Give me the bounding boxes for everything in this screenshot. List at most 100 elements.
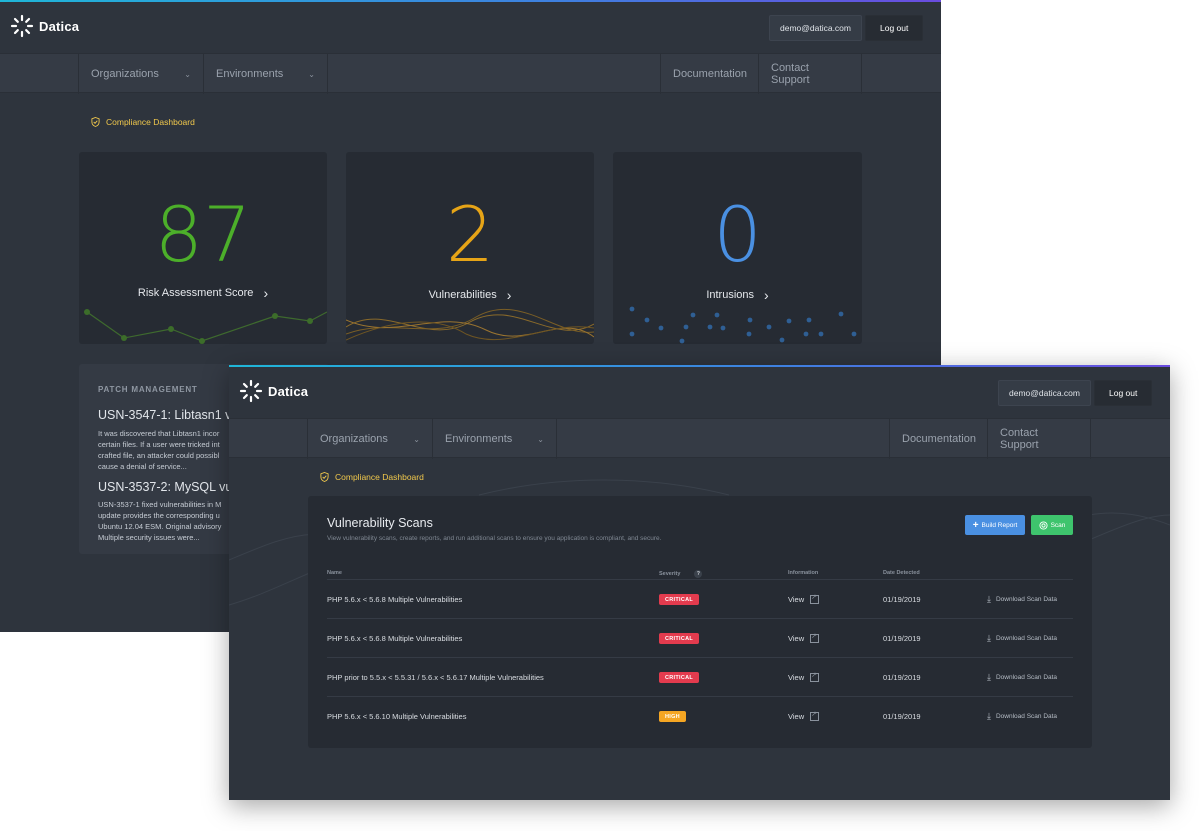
scan-button[interactable]: Scan — [1031, 515, 1073, 535]
panel-title: Vulnerability Scans — [327, 516, 433, 530]
nav-organizations-label: Organizations — [91, 68, 159, 80]
risk-score-sparkline — [84, 309, 327, 344]
view-link-label: View — [788, 634, 805, 643]
main-nav: Organizations ⌄ Environments ⌄ Documenta… — [0, 53, 941, 94]
breadcrumb[interactable]: Compliance Dashboard — [320, 472, 424, 482]
shield-check-icon — [91, 117, 100, 127]
vulnerabilities-wave — [346, 308, 594, 341]
plus-icon: + — [972, 519, 979, 531]
severity-badge: CRITICAL — [659, 594, 700, 605]
download-label: Download Scan Data — [995, 674, 1058, 681]
datica-logo-icon — [239, 379, 263, 403]
breadcrumb-label: Compliance Dashboard — [335, 472, 424, 482]
external-link-icon — [810, 593, 820, 604]
nav-documentation-link[interactable]: Documentation — [889, 419, 987, 459]
help-icon[interactable]: ? — [694, 570, 703, 578]
view-link[interactable]: View — [788, 658, 820, 697]
download-scan-data-button[interactable]: ⤓ Download Scan Data — [987, 619, 1057, 658]
intrusions-dots — [629, 306, 857, 344]
panel-subtitle: View vulnerability scans, create reports… — [327, 535, 662, 542]
vulnerabilities-card[interactable]: 2 Vulnerabilities › — [346, 152, 594, 344]
view-link-label: View — [788, 595, 805, 604]
intrusions-card[interactable]: 0 Intrusions › — [613, 152, 862, 344]
chevron-down-icon: ⌄ — [184, 69, 191, 79]
user-account-button[interactable]: demo@datica.com — [769, 15, 862, 41]
vulnerability-scans-panel: Vulnerability Scans View vulnerability s… — [308, 496, 1092, 748]
download-scan-data-button[interactable]: ⤓ Download Scan Data — [987, 658, 1057, 697]
nav-contact-support-link[interactable]: Contact Support — [758, 54, 862, 94]
row-name: PHP 5.6.x < 5.6.8 Multiple Vulnerabiliti… — [327, 595, 463, 604]
brand-logo[interactable]: Datica — [239, 379, 308, 403]
scan-label: Scan — [1050, 521, 1066, 529]
row-name: PHP prior to 5.5.x < 5.5.31 / 5.6.x < 5.… — [327, 673, 544, 682]
nav-organizations-dropdown[interactable]: Organizations ⌄ — [78, 54, 203, 94]
table-row[interactable]: PHP 5.6.x < 5.6.10 Multiple Vulnerabilit… — [327, 696, 1073, 735]
breadcrumb[interactable]: Compliance Dashboard — [91, 117, 195, 127]
table-row[interactable]: PHP 5.6.x < 5.6.8 Multiple Vulnerabiliti… — [327, 579, 1073, 618]
nav-organizations-label: Organizations — [320, 433, 388, 445]
severity-badge: CRITICAL — [659, 633, 700, 644]
download-label: Download Scan Data — [995, 635, 1058, 642]
top-bar: Datica demo@datica.com Log out — [0, 2, 941, 53]
build-report-label: Build Report — [981, 521, 1018, 529]
build-report-button[interactable]: + Build Report — [965, 515, 1025, 535]
patch-management-title: PATCH MANAGEMENT — [98, 385, 198, 394]
patch-item-heading[interactable]: USN-3547-1: Libtasn1 vul — [98, 408, 241, 422]
column-header-date: Date Detected — [883, 570, 920, 576]
chevron-down-icon: ⌄ — [537, 434, 544, 444]
nav-organizations-dropdown[interactable]: Organizations ⌄ — [307, 419, 432, 459]
breadcrumb-label: Compliance Dashboard — [106, 117, 195, 127]
column-header-severity: Severity ? — [659, 570, 703, 578]
nav-environments-dropdown[interactable]: Environments ⌄ — [203, 54, 328, 94]
row-date: 01/19/2019 — [883, 634, 921, 643]
top-bar: Datica demo@datica.com Log out — [229, 367, 1170, 418]
brand-logo[interactable]: Datica — [10, 14, 79, 38]
download-scan-data-button[interactable]: ⤓ Download Scan Data — [987, 697, 1057, 736]
view-link[interactable]: View — [788, 619, 820, 658]
severity-badge: HIGH — [659, 711, 686, 722]
view-link[interactable]: View — [788, 580, 820, 619]
external-link-icon — [810, 710, 820, 721]
patch-item-heading[interactable]: USN-3537-2: MySQL vul — [98, 480, 235, 494]
nav-documentation-link[interactable]: Documentation — [660, 54, 758, 94]
view-link-label: View — [788, 673, 805, 682]
column-header-name: Name — [327, 570, 342, 576]
table-row[interactable]: PHP prior to 5.5.x < 5.5.31 / 5.6.x < 5.… — [327, 657, 1073, 696]
download-icon: ⤓ — [987, 594, 991, 604]
datica-logo-icon — [10, 14, 34, 38]
external-link-icon — [810, 632, 820, 643]
download-icon: ⤓ — [987, 711, 991, 721]
brand-name: Datica — [39, 18, 80, 34]
risk-score-card[interactable]: 87 Risk Assessment Score › — [79, 152, 327, 344]
row-name: PHP 5.6.x < 5.6.10 Multiple Vulnerabilit… — [327, 712, 467, 721]
column-header-information: Information — [788, 570, 819, 576]
logout-button[interactable]: Log out — [1094, 380, 1153, 406]
row-date: 01/19/2019 — [883, 673, 921, 682]
brand-name: Datica — [268, 383, 309, 399]
chevron-down-icon: ⌄ — [413, 434, 420, 444]
nav-environments-dropdown[interactable]: Environments ⌄ — [432, 419, 557, 459]
shield-check-icon — [320, 472, 329, 482]
logout-button[interactable]: Log out — [865, 15, 924, 41]
download-icon: ⤓ — [987, 672, 991, 682]
external-link-icon — [810, 671, 820, 682]
download-icon: ⤓ — [987, 633, 991, 643]
table-row[interactable]: PHP 5.6.x < 5.6.8 Multiple Vulnerabiliti… — [327, 618, 1073, 657]
download-scan-data-button[interactable]: ⤓ Download Scan Data — [987, 580, 1057, 619]
view-link-label: View — [788, 712, 805, 721]
download-label: Download Scan Data — [995, 596, 1058, 603]
vulnerability-scans-window: Datica demo@datica.com Log out Organizat… — [229, 365, 1170, 800]
view-link[interactable]: View — [788, 697, 820, 736]
radar-icon — [1039, 520, 1048, 530]
row-name: PHP 5.6.x < 5.6.8 Multiple Vulnerabiliti… — [327, 634, 463, 643]
nav-environments-label: Environments — [216, 68, 284, 80]
row-date: 01/19/2019 — [883, 595, 921, 604]
row-date: 01/19/2019 — [883, 712, 921, 721]
user-account-button[interactable]: demo@datica.com — [998, 380, 1091, 406]
severity-badge: CRITICAL — [659, 672, 700, 683]
column-header-severity-label: Severity — [659, 571, 681, 577]
download-label: Download Scan Data — [995, 713, 1058, 720]
nav-contact-support-link[interactable]: Contact Support — [987, 419, 1091, 459]
nav-environments-label: Environments — [445, 433, 513, 445]
chevron-down-icon: ⌄ — [308, 69, 315, 79]
